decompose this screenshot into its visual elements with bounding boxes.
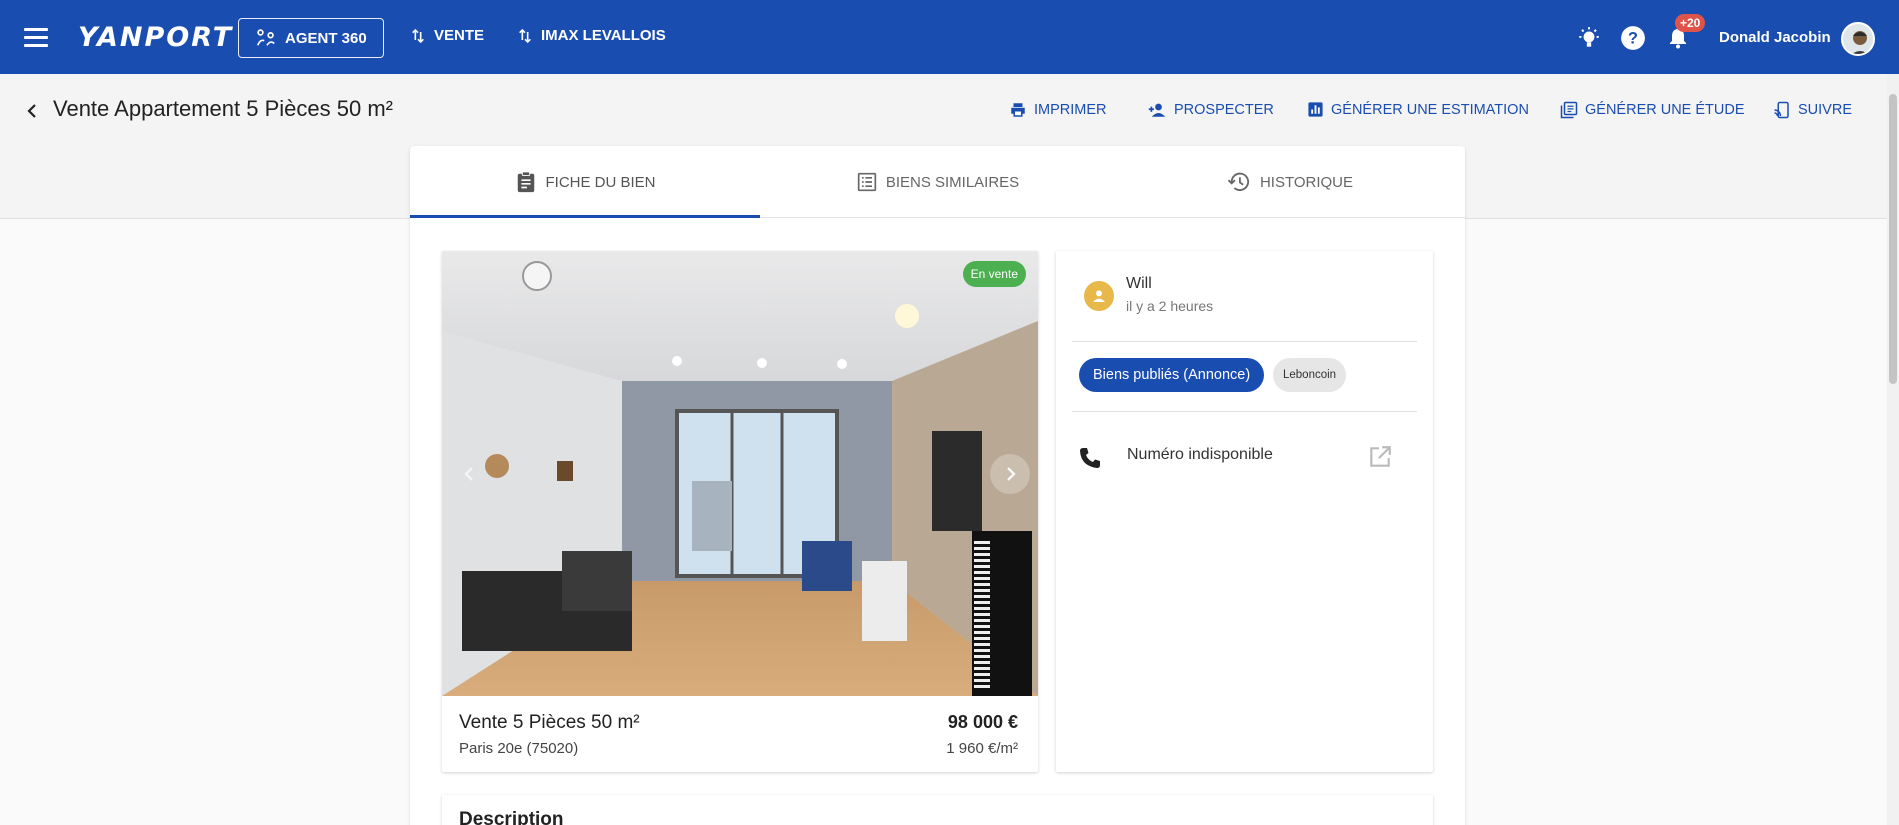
nav-vente[interactable]: VENTE (410, 27, 484, 44)
phone-number: Numéro indisponible (1127, 446, 1273, 463)
tab-historique[interactable]: HISTORIQUE (1114, 146, 1466, 218)
prospect-label: PROSPECTER (1174, 102, 1274, 118)
agent-360-label: AGENT 360 (285, 29, 367, 47)
generate-estimate-button[interactable]: GÉNÉRER UNE ESTIMATION (1307, 101, 1529, 118)
svg-text:?: ? (1628, 29, 1638, 47)
nav-vente-label: VENTE (434, 27, 485, 44)
listing-title: Vente 5 Pièces 50 m² (459, 712, 640, 733)
divider (1072, 341, 1417, 342)
nav-imax-levallois[interactable]: IMAX LEVALLOIS (517, 27, 666, 44)
swap-vert-icon (519, 28, 531, 43)
tab-fiche-du-bien[interactable]: FICHE DU BIEN (410, 146, 762, 218)
logo[interactable]: YANPORT (78, 22, 233, 53)
listing-price: 98 000 € (947, 712, 1018, 732)
lightbulb-icon[interactable] (1576, 25, 1602, 51)
swap-vert-icon (412, 28, 424, 43)
printer-icon (1011, 103, 1025, 117)
listing-price-per-m2: 1 960 €/m² (946, 740, 1018, 757)
library-books-icon (1560, 101, 1578, 119)
cast-icon (1774, 101, 1789, 119)
history-icon (1227, 172, 1250, 191)
clipboard-icon (518, 171, 535, 193)
leboncoin-chip[interactable]: Leboncoin (1273, 358, 1347, 392)
carousel-next-button[interactable] (990, 454, 1030, 494)
listing-photo[interactable]: En vente (442, 251, 1038, 696)
agent-360-button[interactable]: AGENT 360 (238, 18, 384, 58)
list-alt-icon (857, 172, 876, 192)
menu-icon[interactable] (24, 22, 60, 52)
listing-card[interactable]: En vente Vente 5 Pièces 50 m² Paris 20e … (442, 251, 1038, 772)
phone-icon (1080, 448, 1100, 468)
tab-biens-similaires[interactable]: BIENS SIMILAIRES (762, 146, 1114, 218)
posted-time: il y a 2 heures (1126, 298, 1214, 314)
listing-location: Paris 20e (75020) (459, 740, 579, 757)
tab-label: BIENS SIMILAIRES (885, 173, 1020, 191)
tab-label: FICHE DU BIEN (545, 173, 656, 191)
help-icon[interactable]: ? (1620, 25, 1646, 51)
description-title: Description (459, 809, 564, 825)
generate-study-button[interactable]: GÉNÉRER UNE ÉTUDE (1560, 101, 1745, 119)
status-badge: En vente (962, 261, 1026, 287)
contact-card: Will il y a 2 heures Biens publiés (Anno… (1056, 251, 1433, 772)
chevron-right-icon (1007, 467, 1016, 481)
print-button[interactable]: IMPRIMER (1009, 101, 1107, 119)
print-label: IMPRIMER (1034, 102, 1107, 118)
page-title: Vente Appartement 5 Pièces 50 m² (53, 96, 393, 121)
active-tab-indicator (410, 215, 760, 218)
study-label: GÉNÉRER UNE ÉTUDE (1585, 102, 1745, 118)
scrollbar-thumb[interactable] (1889, 94, 1897, 384)
follow-button[interactable]: SUIVRE (1773, 101, 1852, 119)
estimate-label: GÉNÉRER UNE ESTIMATION (1331, 101, 1529, 118)
follow-label: SUIVRE (1798, 102, 1852, 118)
chevron-left-icon (464, 467, 473, 481)
tab-label: HISTORIQUE (1259, 173, 1354, 191)
published-listing-chip[interactable]: Biens publiés (Annonce) (1079, 358, 1265, 392)
nav-imax-label: IMAX LEVALLOIS (541, 27, 666, 44)
person-add-icon (1148, 103, 1166, 117)
people-network-icon (256, 29, 275, 46)
top-app-bar: YANPORT AGENT 360 VENTE IMAX LEVALLOIS ?… (0, 0, 1899, 74)
prospect-button[interactable]: PROSPECTER (1147, 101, 1274, 119)
back-chevron-icon[interactable] (22, 100, 42, 122)
agent-name: Will (1126, 275, 1152, 292)
avatar[interactable] (1841, 22, 1875, 56)
divider (1072, 411, 1417, 412)
user-name[interactable]: Donald Jacobin (1719, 29, 1831, 46)
description-card: Description (442, 795, 1433, 825)
tab-bar: FICHE DU BIEN BIENS SIMILAIRES HISTORIQU… (410, 146, 1465, 218)
bar-chart-icon (1308, 102, 1323, 117)
person-avatar-icon (1084, 281, 1114, 311)
notification-badge: +20 (1675, 14, 1706, 32)
carousel-prev-button[interactable] (450, 454, 490, 494)
scrollbar[interactable] (1887, 74, 1899, 825)
open-in-new-icon[interactable] (1367, 444, 1393, 470)
